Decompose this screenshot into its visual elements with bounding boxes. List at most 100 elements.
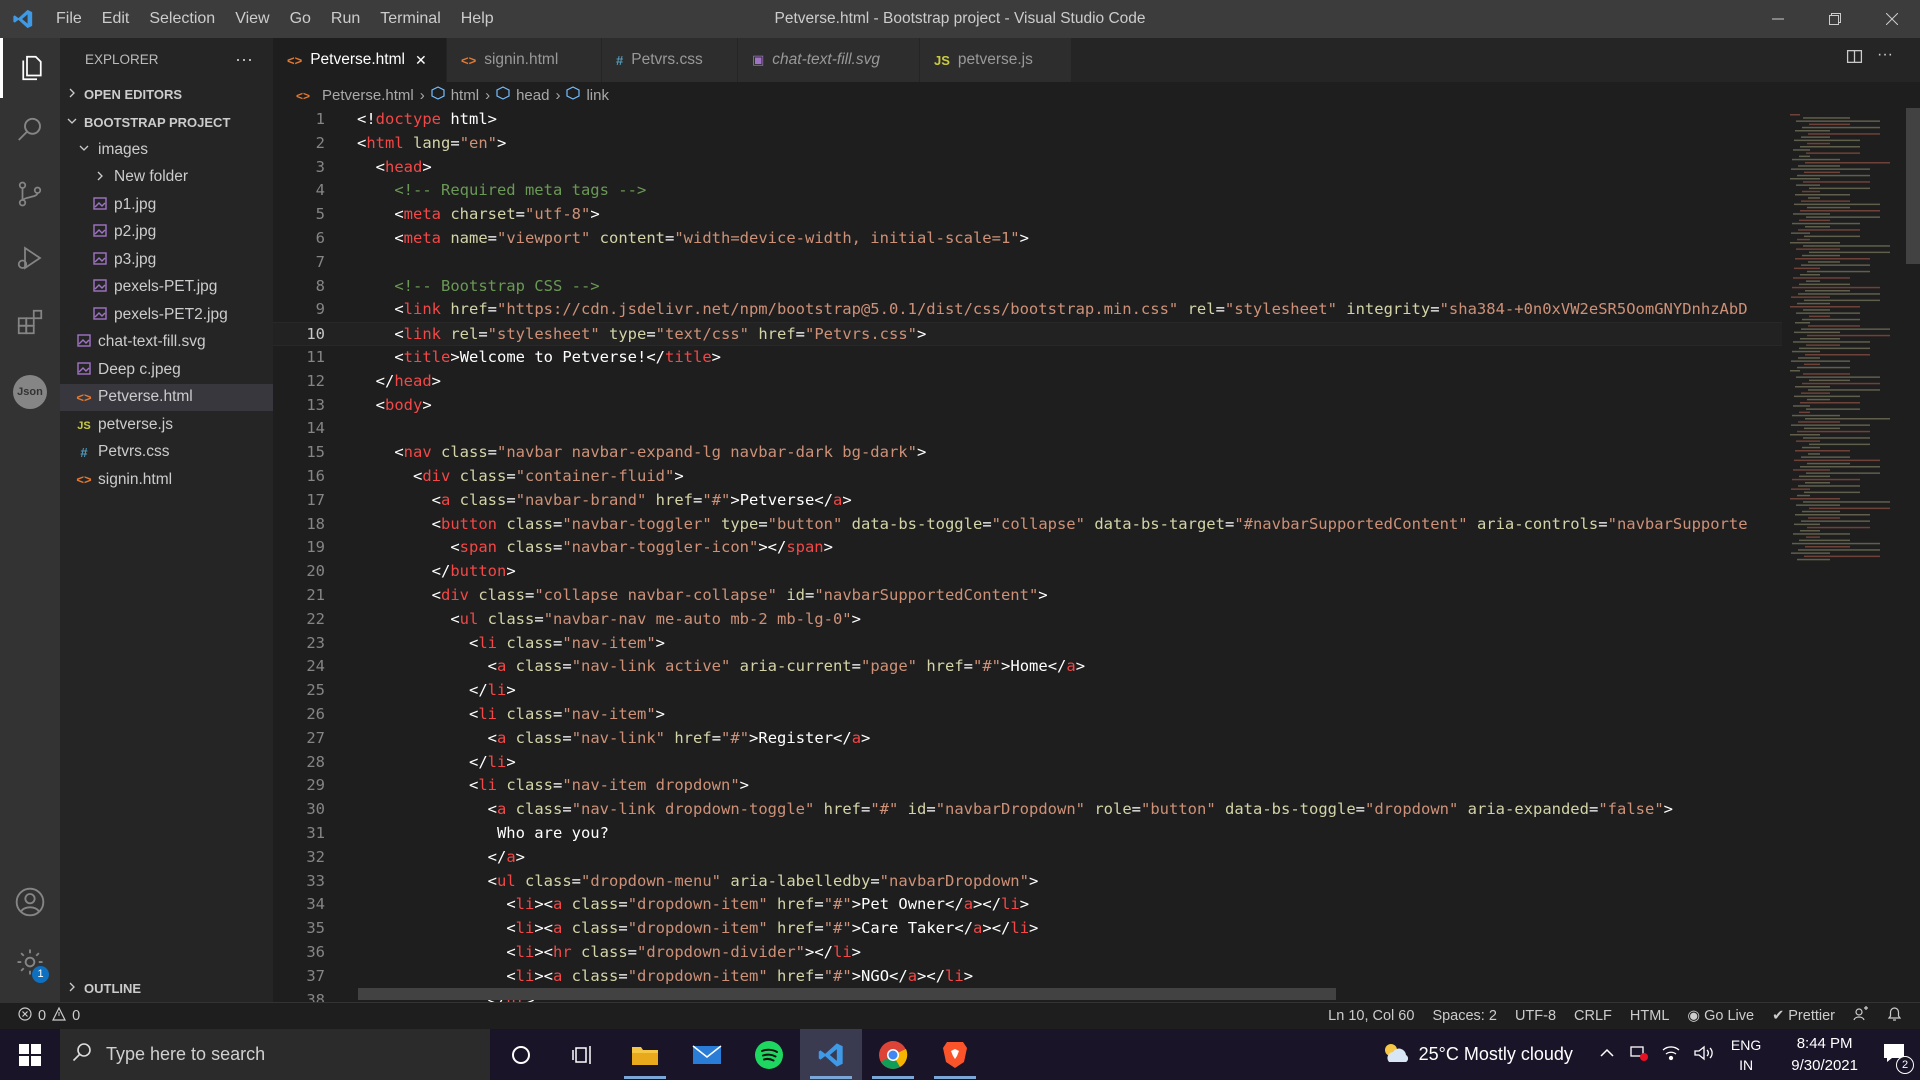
tab-petverse-html[interactable]: <> Petverse.html ✕: [273, 38, 447, 82]
menu-run[interactable]: Run: [321, 0, 370, 38]
breadcrumb-item[interactable]: link: [586, 87, 609, 104]
weather-icon[interactable]: [1381, 1041, 1411, 1069]
breadcrumb-item[interactable]: head: [516, 87, 549, 104]
code-line[interactable]: 36 <li><hr class="dropdown-divider"></li…: [273, 941, 1782, 965]
code-line[interactable]: 20 </button>: [273, 560, 1782, 584]
account-icon[interactable]: [0, 872, 60, 932]
minimize-button[interactable]: [1749, 0, 1806, 38]
tab-signin-html[interactable]: <> signin.html: [447, 38, 602, 82]
code-line[interactable]: 12 </head>: [273, 370, 1782, 394]
chrome-app[interactable]: [862, 1029, 924, 1080]
run-debug-icon[interactable]: [0, 228, 60, 288]
code-line[interactable]: 30 <a class="nav-link dropdown-toggle" h…: [273, 798, 1782, 822]
more-actions-icon[interactable]: ···: [235, 49, 253, 70]
close-window-button[interactable]: [1863, 0, 1920, 38]
tab-chat-text-fill-svg[interactable]: ▣ chat-text-fill.svg: [738, 38, 920, 82]
code-line[interactable]: 19 <span class="navbar-toggler-icon"></s…: [273, 536, 1782, 560]
file-tree-item[interactable]: pexels-PET2.jpg: [60, 301, 273, 329]
code-line[interactable]: 37 <li><a class="dropdown-item" href="#"…: [273, 965, 1782, 989]
code-line[interactable]: 9 <link href="https://cdn.jsdelivr.net/n…: [273, 298, 1782, 322]
code-line[interactable]: 11 <title>Welcome to Petverse!</title>: [273, 346, 1782, 370]
weather-text[interactable]: 25°C Mostly cloudy: [1419, 1044, 1573, 1065]
code-line[interactable]: 15 <nav class="navbar navbar-expand-lg n…: [273, 441, 1782, 465]
notifications-bell-icon[interactable]: [1887, 1006, 1902, 1026]
code-line[interactable]: 23 <li class="nav-item">: [273, 632, 1782, 656]
input-language[interactable]: ENG IN: [1731, 1035, 1761, 1075]
settings-gear-icon[interactable]: 1: [0, 932, 60, 992]
code-line[interactable]: 22 <ul class="navbar-nav me-auto mb-2 mb…: [273, 608, 1782, 632]
code-line[interactable]: 18 <button class="navbar-toggler" type="…: [273, 513, 1782, 537]
menu-terminal[interactable]: Terminal: [370, 0, 450, 38]
more-actions-icon[interactable]: ···: [1877, 47, 1893, 70]
json-icon[interactable]: Json: [0, 362, 60, 422]
menu-go[interactable]: Go: [280, 0, 321, 38]
minimap[interactable]: [1782, 108, 1906, 1002]
code-line[interactable]: 2 <html lang="en">: [273, 132, 1782, 156]
code-line[interactable]: 25 </li>: [273, 679, 1782, 703]
notification-center-icon[interactable]: 2: [1882, 1042, 1914, 1074]
cortana-button[interactable]: [490, 1029, 552, 1080]
code-line[interactable]: 13 <body>: [273, 394, 1782, 418]
project-section[interactable]: BOOTSTRAP PROJECT: [60, 108, 273, 136]
tab-petverse-js[interactable]: JS petverse.js: [920, 38, 1072, 82]
language-mode[interactable]: HTML: [1630, 1008, 1669, 1024]
horizontal-scrollbar[interactable]: [358, 988, 1336, 1000]
menu-selection[interactable]: Selection: [139, 0, 225, 38]
file-tree-item[interactable]: images: [60, 136, 273, 164]
code-line[interactable]: 8 <!-- Bootstrap CSS -->: [273, 275, 1782, 299]
code-line[interactable]: 31 Who are you?: [273, 822, 1782, 846]
tab-petvrs-css[interactable]: # Petvrs.css: [602, 38, 738, 82]
taskbar-search-box[interactable]: Type here to search: [60, 1029, 490, 1080]
file-tree-item[interactable]: Deep c.jpeg: [60, 356, 273, 384]
close-tab-icon[interactable]: ✕: [415, 52, 427, 69]
file-explorer-app[interactable]: [614, 1029, 676, 1080]
code-line[interactable]: 4 <!-- Required meta tags -->: [273, 179, 1782, 203]
code-line[interactable]: 35 <li><a class="dropdown-item" href="#"…: [273, 917, 1782, 941]
menu-view[interactable]: View: [225, 0, 279, 38]
code-line[interactable]: 16 <div class="container-fluid">: [273, 465, 1782, 489]
vscode-app[interactable]: [800, 1029, 862, 1080]
code-line[interactable]: 27 <a class="nav-link" href="#">Register…: [273, 727, 1782, 751]
file-tree-item[interactable]: p2.jpg: [60, 219, 273, 247]
prettier-button[interactable]: ✔ Prettier: [1772, 1008, 1835, 1024]
code-line[interactable]: 6 <meta name="viewport" content="width=d…: [273, 227, 1782, 251]
code-line[interactable]: 14: [273, 417, 1782, 441]
file-tree-item[interactable]: <> Petverse.html: [60, 383, 273, 411]
file-tree-item[interactable]: JS petverse.js: [60, 411, 273, 439]
file-tree-item[interactable]: New folder: [60, 164, 273, 192]
feedback-icon[interactable]: [1853, 1006, 1869, 1026]
code-line[interactable]: 10 <link rel="stylesheet" type="text/css…: [273, 322, 1782, 346]
file-tree-item[interactable]: p1.jpg: [60, 191, 273, 219]
open-editors-section[interactable]: OPEN EDITORS: [60, 80, 273, 108]
split-editor-icon[interactable]: [1846, 48, 1863, 70]
outline-section[interactable]: OUTLINE: [60, 974, 141, 1002]
problems-indicator[interactable]: 0 0: [18, 1006, 80, 1025]
source-control-icon[interactable]: [0, 164, 60, 224]
code-line[interactable]: 24 <a class="nav-link active" aria-curre…: [273, 655, 1782, 679]
cursor-position[interactable]: Ln 10, Col 60: [1328, 1008, 1414, 1024]
wifi-icon[interactable]: [1661, 1044, 1681, 1066]
code-editor[interactable]: 1 <!doctype html> 2 <html lang="en"> 3 <head…: [273, 108, 1782, 1002]
vertical-scrollbar-thumb[interactable]: [1906, 108, 1920, 264]
restore-button[interactable]: [1806, 0, 1863, 38]
spotify-app[interactable]: [738, 1029, 800, 1080]
code-line[interactable]: 28 </li>: [273, 751, 1782, 775]
file-tree-item[interactable]: pexels-PET.jpg: [60, 274, 273, 302]
files-icon[interactable]: [0, 38, 60, 98]
code-line[interactable]: 26 <li class="nav-item">: [273, 703, 1782, 727]
task-view-button[interactable]: [552, 1029, 614, 1080]
indentation[interactable]: Spaces: 2: [1432, 1008, 1497, 1024]
encoding[interactable]: UTF-8: [1515, 1008, 1556, 1024]
clock[interactable]: 8:44 PM 9/30/2021: [1791, 1033, 1858, 1077]
code-line[interactable]: 34 <li><a class="dropdown-item" href="#"…: [273, 893, 1782, 917]
go-live-button[interactable]: ◉ Go Live: [1687, 1008, 1754, 1024]
line-ending[interactable]: CRLF: [1574, 1008, 1612, 1024]
code-line[interactable]: 3 <head>: [273, 156, 1782, 180]
menu-edit[interactable]: Edit: [92, 0, 140, 38]
file-tree-item[interactable]: chat-text-fill.svg: [60, 329, 273, 357]
code-line[interactable]: 29 <li class="nav-item dropdown">: [273, 774, 1782, 798]
code-line[interactable]: 32 </a>: [273, 846, 1782, 870]
code-line[interactable]: 7: [273, 251, 1782, 275]
breadcrumb-item[interactable]: Petverse.html: [322, 87, 414, 104]
extensions-icon[interactable]: [0, 292, 60, 352]
